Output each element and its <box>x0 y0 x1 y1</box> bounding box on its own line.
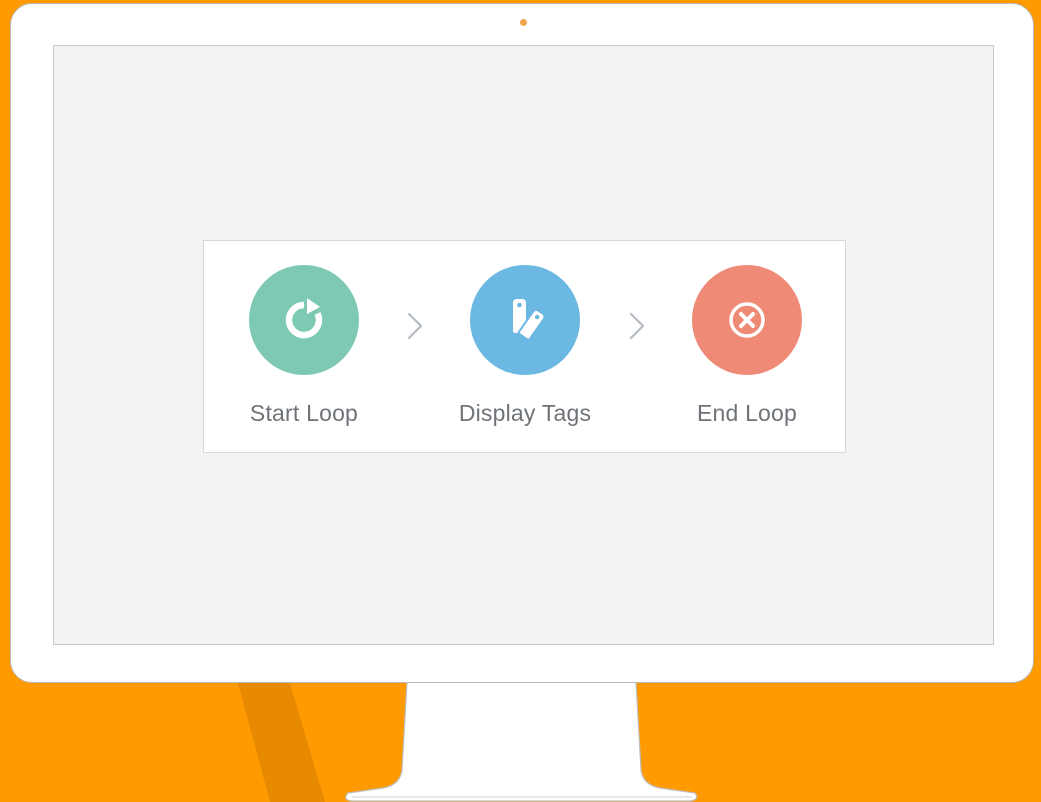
tags-icon <box>513 299 546 341</box>
step-end-loop[interactable]: End Loop <box>662 265 832 427</box>
step-label-display-tags: Display Tags <box>458 400 592 426</box>
step-label-end-loop: End Loop <box>696 400 798 426</box>
close-circle-icon <box>729 302 765 338</box>
display-tags-circle[interactable] <box>470 265 580 375</box>
step-display-tags[interactable]: Display Tags <box>440 265 610 427</box>
step-label-start-loop: Start Loop <box>249 400 359 426</box>
start-loop-circle[interactable] <box>249 265 359 375</box>
camera-dot <box>520 19 527 26</box>
monitor-frame: Start Loop Display Tags End Loop <box>10 3 1034 683</box>
flow-card: Start Loop Display Tags End Loop <box>203 240 846 453</box>
end-loop-circle[interactable] <box>692 265 802 375</box>
monitor-screen: Start Loop Display Tags End Loop <box>53 45 994 645</box>
stage: Start Loop Display Tags End Loop <box>0 0 1041 802</box>
chevron-right-icon <box>629 312 645 340</box>
chevron-right-icon <box>407 312 423 340</box>
step-start-loop[interactable]: Start Loop <box>219 265 389 427</box>
refresh-icon <box>285 298 323 339</box>
